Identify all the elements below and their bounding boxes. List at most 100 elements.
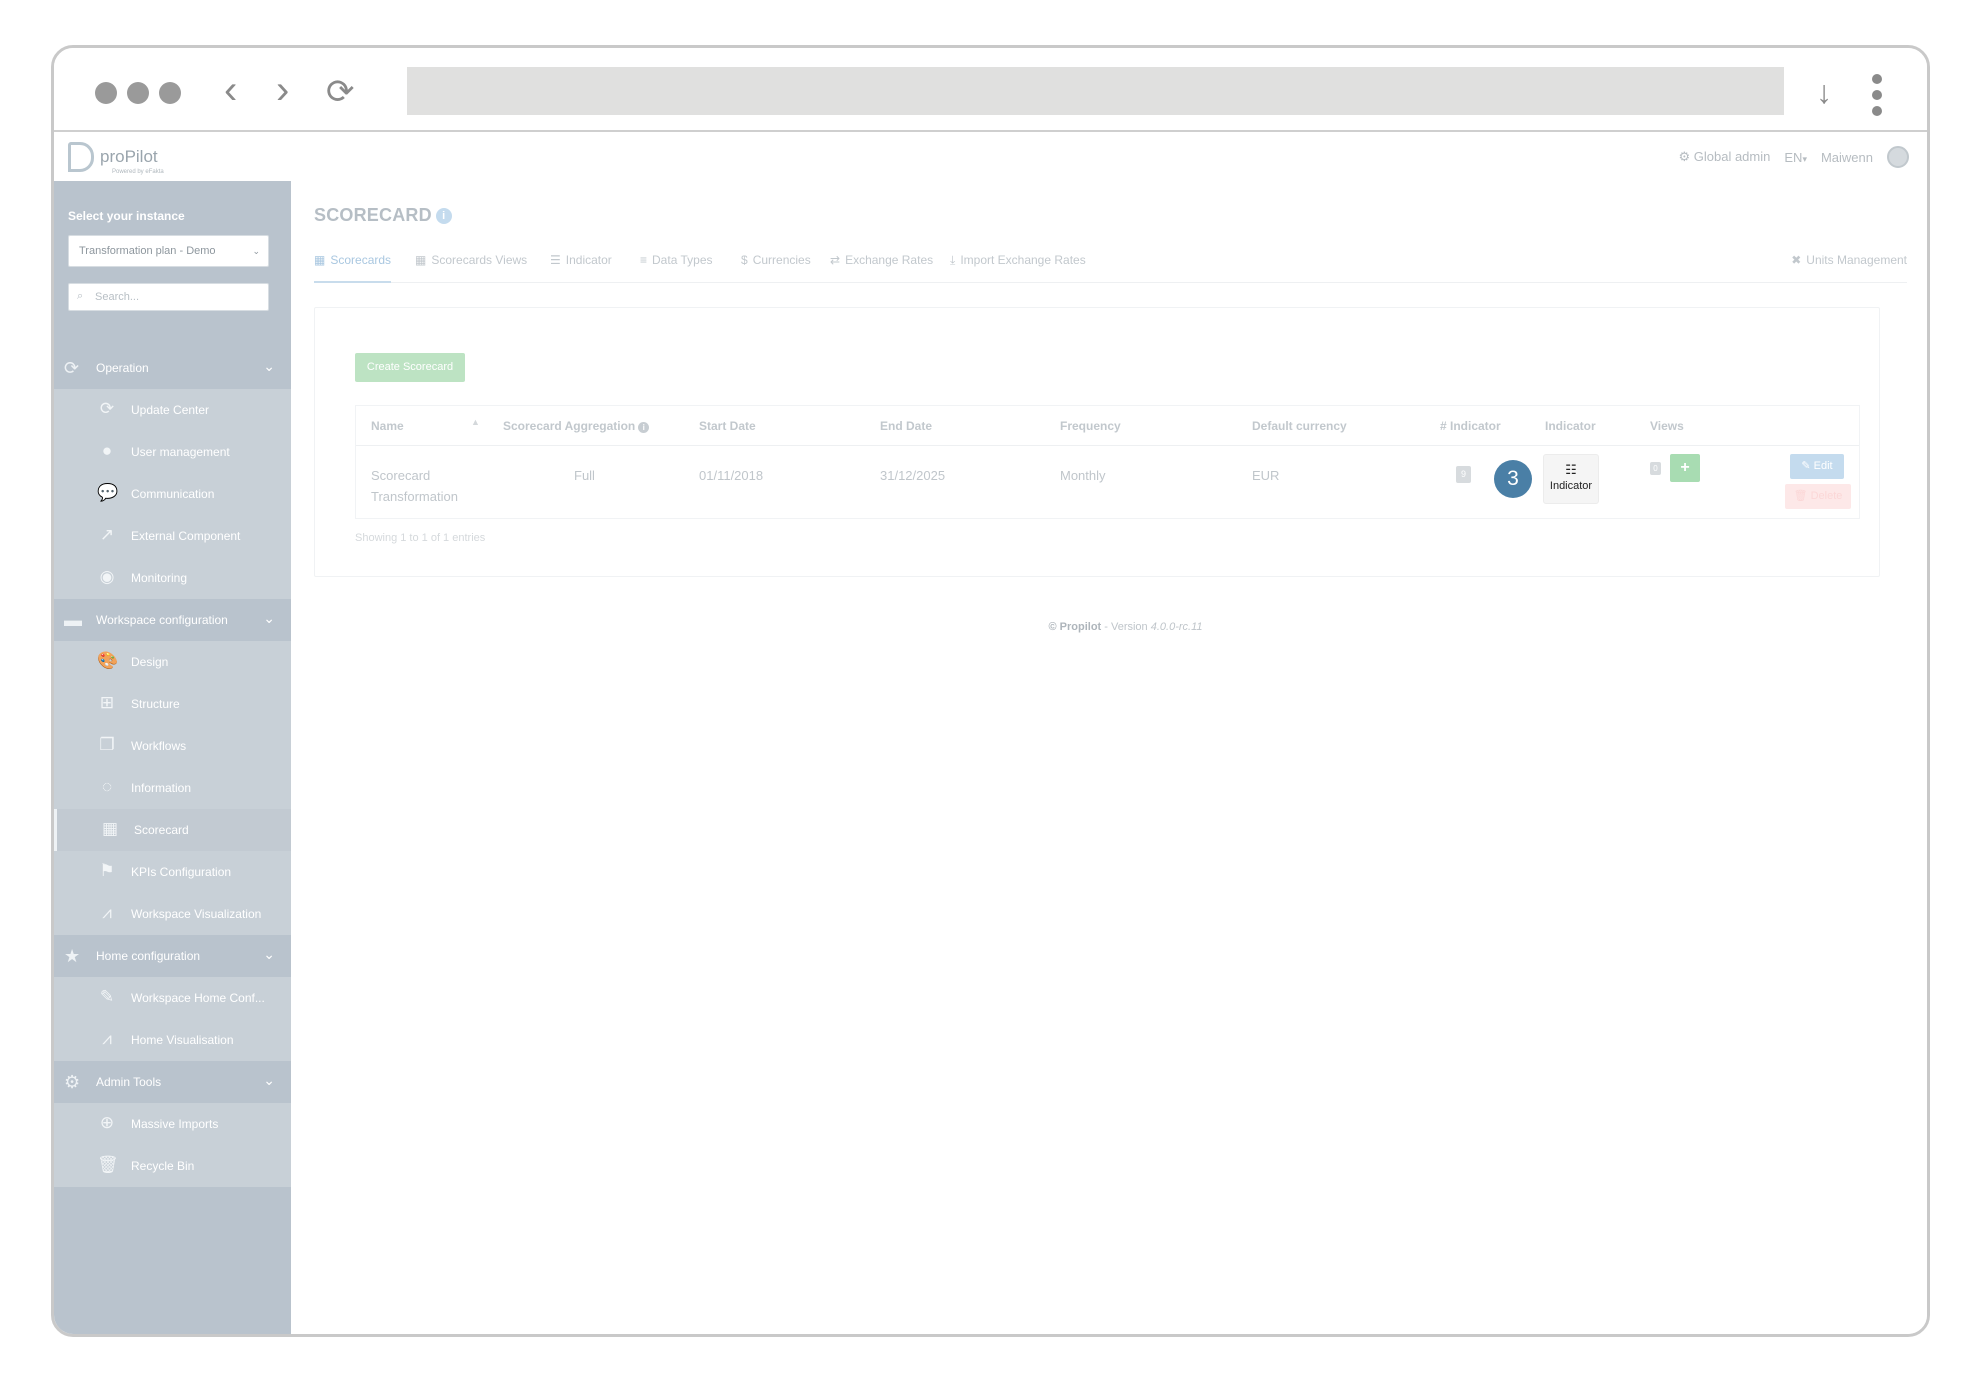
refresh-icon: ⟳: [99, 399, 115, 418]
folder-icon: ▬: [64, 610, 82, 630]
step-number-badge: 3: [1494, 460, 1532, 498]
flag-icon: ⚑: [99, 861, 115, 880]
section-workspace-configuration[interactable]: ▬ Workspace configuration ⌄: [54, 599, 291, 641]
pencil-icon: ✎: [1801, 460, 1811, 472]
info-icon[interactable]: i: [435, 208, 452, 224]
sidebar-item-home-visualisation[interactable]: ⩘ Home Visualisation: [54, 1019, 291, 1061]
section-home-configuration[interactable]: ★ Home configuration ⌄: [54, 935, 291, 977]
sidebar-item-massive-imports[interactable]: ⊕ Massive Imports: [54, 1103, 291, 1145]
search-icon: ⌕: [77, 290, 84, 302]
footer: © Propilot - Version 4.0.0-rc.11: [1048, 621, 1203, 633]
browser-menu-icon[interactable]: [1872, 74, 1882, 122]
global-admin-link[interactable]: ⚙ Global admin: [1678, 149, 1770, 165]
cell-start-date: 01/11/2018: [699, 468, 764, 483]
sidebar-item-external-component[interactable]: ↗ External Component: [54, 515, 291, 557]
sidebar-item-user-management[interactable]: ● User management: [54, 431, 291, 473]
table-icon: ▦: [314, 253, 326, 267]
language-dropdown[interactable]: EN▾: [1784, 150, 1807, 165]
chart-icon: ⩘: [102, 903, 112, 922]
list-icon: ☰: [550, 253, 561, 267]
window-dot-icon[interactable]: [127, 82, 149, 104]
chart-icon: ⩘: [102, 1029, 112, 1048]
chevron-down-icon: ⌄: [263, 1072, 275, 1088]
tab-scorecards[interactable]: ▦ Scorecards: [314, 253, 392, 283]
copy-icon: ❐: [99, 735, 115, 754]
logo[interactable]: proPilot Powered by eFakta: [68, 142, 164, 175]
back-icon[interactable]: ‹: [224, 70, 237, 110]
section-operation[interactable]: ⟳ Operation ⌄: [54, 347, 291, 389]
tab-scorecards-views[interactable]: ▦ Scorecards Views: [415, 253, 527, 283]
sort-icon[interactable]: ▲: [471, 417, 480, 427]
column-header-end-date[interactable]: End Date: [880, 419, 932, 433]
sidebar-item-update-center[interactable]: ⟳ Update Center: [54, 389, 291, 431]
logo-subtitle: Powered by eFakta: [112, 169, 164, 175]
sidebar-item-structure[interactable]: ⊞ Structure: [54, 683, 291, 725]
sidebar-item-workspace-home-conf[interactable]: ✎ Workspace Home Conf...: [54, 977, 291, 1019]
instance-select[interactable]: Transformation plan - Demo ⌄: [68, 235, 269, 267]
star-icon: ★: [64, 946, 81, 966]
column-header-aggregation[interactable]: Scorecard Aggregation i: [503, 419, 650, 433]
user-area: ⚙ Global admin EN▾ Maiwenn: [1678, 146, 1909, 168]
sidebar-item-design[interactable]: 🎨 Design: [54, 641, 291, 683]
table-info: Showing 1 to 1 of 1 entries: [355, 532, 486, 544]
delete-button[interactable]: 🗑 Delete: [1785, 484, 1851, 509]
address-bar[interactable]: [407, 67, 1784, 115]
sidebar-item-information[interactable]: ◌ Information: [54, 767, 291, 809]
browser-toolbar: ‹ › ⟳ ↓: [54, 48, 1927, 132]
tab-data-types[interactable]: ≡ Data Types: [640, 253, 713, 283]
download-icon: ⊕: [99, 1113, 115, 1132]
table-header: Name ▲ Scorecard Aggregation i Start Date…: [356, 406, 1859, 446]
add-view-button[interactable]: +: [1670, 454, 1700, 482]
tab-units-management[interactable]: ✖ Units Management: [1791, 253, 1907, 283]
sidebar-search-input[interactable]: ⌕ Search...: [68, 283, 269, 311]
forward-icon[interactable]: ›: [276, 70, 289, 110]
logo-text: proPilot: [100, 147, 158, 166]
lines-icon: ≡: [640, 253, 648, 267]
column-header-frequency[interactable]: Frequency: [1060, 419, 1121, 433]
upload-icon: ⤓: [950, 253, 956, 267]
create-scorecard-button[interactable]: Create Scorecard: [355, 353, 465, 382]
column-header-indicator[interactable]: Indicator: [1545, 419, 1596, 433]
window-dot-icon[interactable]: [159, 82, 181, 104]
sidebar: Select your instance Transformation plan…: [54, 181, 291, 1334]
chat-icon: 💬: [97, 483, 119, 502]
column-header-indicator-count[interactable]: # Indicator: [1440, 419, 1501, 433]
app-topbar: proPilot Powered by eFakta ⚙ Global admi…: [54, 134, 1927, 180]
tab-currencies[interactable]: $ Currencies: [741, 253, 811, 283]
info-icon[interactable]: i: [638, 422, 650, 433]
reload-icon[interactable]: ⟳: [326, 72, 355, 112]
sidebar-item-recycle-bin[interactable]: 🗑 Recycle Bin: [54, 1145, 291, 1187]
list-icon: ☷: [1565, 462, 1577, 477]
sidebar-item-monitoring[interactable]: ◉ Monitoring: [54, 557, 291, 599]
trash-icon: 🗑: [1793, 490, 1808, 502]
sidebar-item-kpis-configuration[interactable]: ⚑ KPIs Configuration: [54, 851, 291, 893]
section-admin-tools[interactable]: ⚙ Admin Tools ⌄: [54, 1061, 291, 1103]
column-header-start-date[interactable]: Start Date: [699, 419, 756, 433]
column-header-name[interactable]: Name: [371, 419, 404, 433]
chevron-down-icon: ⌄: [263, 610, 275, 626]
tab-import-exchange-rates[interactable]: ⤓ Import Exchange Rates: [950, 253, 1086, 283]
external-link-icon: ↗: [99, 525, 115, 544]
edit-button[interactable]: ✎ Edit: [1790, 454, 1844, 479]
sidebar-item-scorecard[interactable]: ▦ Scorecard: [54, 809, 291, 851]
caret-down-icon: ⌄: [252, 246, 260, 256]
user-icon: ●: [101, 441, 113, 460]
caret-down-icon: ▾: [1802, 153, 1807, 164]
indicator-button[interactable]: ☷ Indicator: [1543, 454, 1599, 504]
gear-icon: ⚙: [64, 1072, 81, 1092]
tab-indicator[interactable]: ☰ Indicator: [550, 253, 612, 283]
avatar[interactable]: [1887, 146, 1909, 168]
sidebar-item-workflows[interactable]: ❐ Workflows: [54, 725, 291, 767]
user-name[interactable]: Maiwenn: [1821, 150, 1873, 165]
download-icon[interactable]: ↓: [1816, 72, 1832, 112]
palette-icon: 🎨: [97, 651, 119, 670]
column-header-views[interactable]: Views: [1650, 419, 1684, 433]
window-dot-icon[interactable]: [95, 82, 117, 104]
tab-exchange-rates[interactable]: ⇄ Exchange Rates: [830, 253, 933, 283]
indicator-count-badge: 9: [1456, 466, 1471, 483]
sidebar-item-communication[interactable]: 💬 Communication: [54, 473, 291, 515]
column-header-default-currency[interactable]: Default currency: [1252, 419, 1347, 433]
sidebar-item-workspace-visualization[interactable]: ⩘ Workspace Visualization: [54, 893, 291, 935]
table-icon: ▦: [415, 253, 427, 267]
page-title: SCORECARD i: [314, 205, 452, 226]
